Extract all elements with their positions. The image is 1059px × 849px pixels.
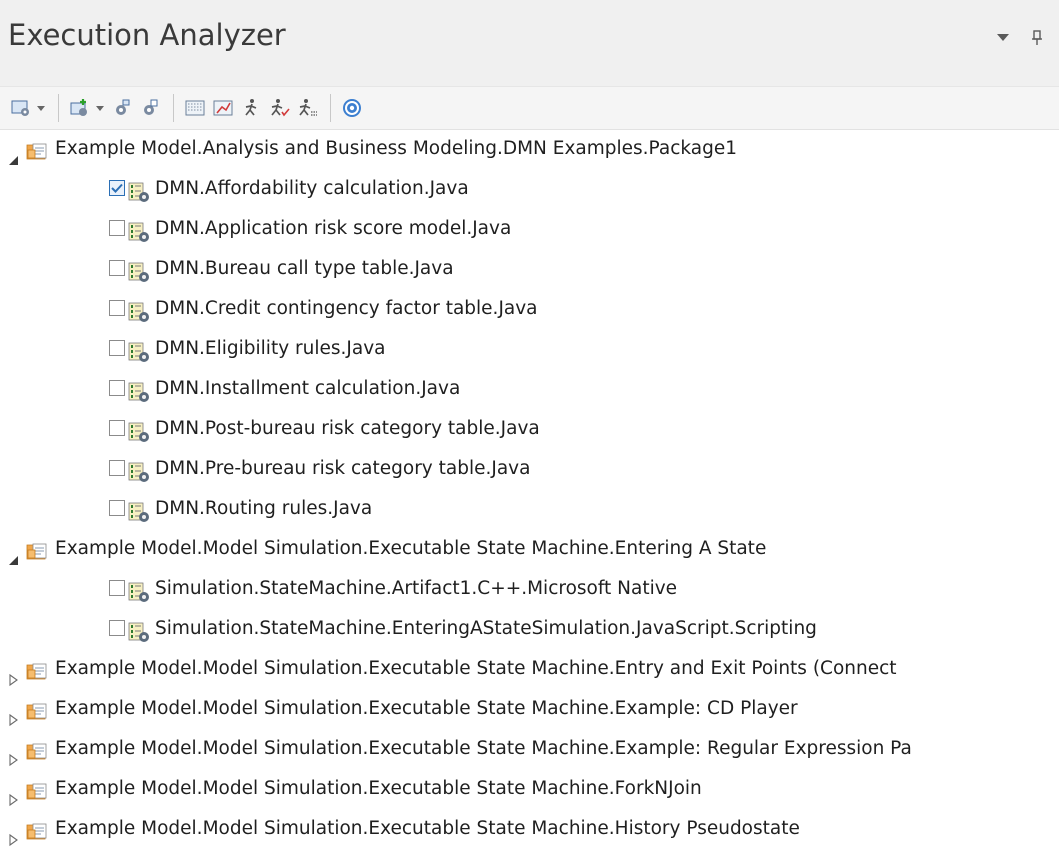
package-row[interactable]: Example Model.Model Simulation.Executabl… xyxy=(0,689,1059,729)
package-icon xyxy=(26,697,48,720)
dropdown-arrow-icon[interactable] xyxy=(95,95,105,121)
analyzer-tree: Example Model.Analysis and Business Mode… xyxy=(0,129,1059,849)
package-row[interactable]: Example Model.Model Simulation.Executabl… xyxy=(0,649,1059,689)
package-row[interactable]: Example Model.Model Simulation.Executabl… xyxy=(0,529,1059,569)
artifact-icon xyxy=(128,298,150,322)
script-label: DMN.Affordability calculation.Java xyxy=(155,178,469,199)
artifact-icon xyxy=(128,498,150,522)
package-icon xyxy=(26,817,48,840)
toolbar-separator xyxy=(58,94,59,122)
script-checkbox[interactable] xyxy=(109,620,125,636)
package-label: Example Model.Model Simulation.Executabl… xyxy=(55,658,897,679)
artifact-icon xyxy=(128,378,150,402)
script-row[interactable]: DMN.Installment calculation.Java xyxy=(0,369,1059,409)
script-checkbox[interactable] xyxy=(109,340,125,356)
package-icon xyxy=(26,657,48,680)
expand-arrow-icon[interactable] xyxy=(6,742,20,767)
package-row[interactable]: Example Model.Model Simulation.Executabl… xyxy=(0,769,1059,809)
panel-title: Execution Analyzer xyxy=(8,18,286,52)
package-row[interactable]: Example Model.Model Simulation.Executabl… xyxy=(0,729,1059,769)
script-label: Simulation.StateMachine.Artifact1.C++.Mi… xyxy=(155,578,678,599)
script-label: DMN.Eligibility rules.Java xyxy=(155,338,386,359)
package-label: Example Model.Model Simulation.Executabl… xyxy=(55,698,798,719)
script-row[interactable]: Simulation.StateMachine.EnteringAStateSi… xyxy=(0,609,1059,649)
script-label: DMN.Credit contingency factor table.Java xyxy=(155,298,538,319)
pin-icon[interactable] xyxy=(1029,30,1045,46)
collapse-arrow-icon[interactable] xyxy=(6,542,20,565)
script-row[interactable]: DMN.Pre-bureau risk category table.Java xyxy=(0,449,1059,489)
script-checkbox[interactable] xyxy=(109,380,125,396)
artifact-icon xyxy=(128,418,150,442)
package-row[interactable]: Example Model.Model Simulation.Executabl… xyxy=(0,809,1059,849)
script-row[interactable]: DMN.Affordability calculation.Java xyxy=(0,169,1059,209)
script-menu-icon[interactable] xyxy=(8,95,34,121)
run-icon[interactable] xyxy=(238,95,264,121)
script-row[interactable]: DMN.Application risk score model.Java xyxy=(0,209,1059,249)
paste-script-icon[interactable] xyxy=(137,95,163,121)
expand-arrow-icon[interactable] xyxy=(6,782,20,807)
script-label: DMN.Pre-bureau risk category table.Java xyxy=(155,458,531,479)
expand-arrow-icon[interactable] xyxy=(6,822,20,847)
artifact-icon xyxy=(128,218,150,242)
run-grid-icon[interactable] xyxy=(294,95,320,121)
script-row[interactable]: DMN.Post-bureau risk category table.Java xyxy=(0,409,1059,449)
expand-arrow-icon[interactable] xyxy=(6,702,20,727)
copy-script-icon[interactable] xyxy=(109,95,135,121)
script-label: Simulation.StateMachine.EnteringAStateSi… xyxy=(155,618,817,639)
package-icon xyxy=(26,737,48,760)
script-checkbox[interactable] xyxy=(109,260,125,276)
title-bar: Execution Analyzer xyxy=(0,0,1059,87)
script-label: DMN.Application risk score model.Java xyxy=(155,218,512,239)
toolbar-separator xyxy=(330,94,331,122)
chevron-down-icon[interactable] xyxy=(995,30,1011,46)
script-row[interactable]: DMN.Routing rules.Java xyxy=(0,489,1059,529)
script-row[interactable]: DMN.Credit contingency factor table.Java xyxy=(0,289,1059,329)
script-checkbox[interactable] xyxy=(109,500,125,516)
script-checkbox[interactable] xyxy=(109,580,125,596)
chart-icon[interactable] xyxy=(210,95,236,121)
package-label: Example Model.Model Simulation.Executabl… xyxy=(55,818,800,839)
toolbar-separator xyxy=(173,94,174,122)
artifact-icon xyxy=(128,258,150,282)
record-icon[interactable] xyxy=(182,95,208,121)
script-label: DMN.Installment calculation.Java xyxy=(155,378,461,399)
artifact-icon xyxy=(128,178,150,202)
package-label: Example Model.Model Simulation.Executabl… xyxy=(55,538,767,559)
execution-analyzer-panel: Execution Analyzer Example Model.Analysi… xyxy=(0,0,1059,849)
package-icon xyxy=(26,137,48,160)
add-script-icon[interactable] xyxy=(67,95,93,121)
script-row[interactable]: DMN.Bureau call type table.Java xyxy=(0,249,1059,289)
script-checkbox[interactable] xyxy=(109,460,125,476)
artifact-icon xyxy=(128,458,150,482)
artifact-icon xyxy=(128,578,150,602)
script-checkbox[interactable] xyxy=(109,420,125,436)
run-checked-icon[interactable] xyxy=(266,95,292,121)
help-icon[interactable] xyxy=(339,95,365,121)
package-label: Example Model.Model Simulation.Executabl… xyxy=(55,778,702,799)
dropdown-arrow-icon[interactable] xyxy=(36,95,46,121)
script-checkbox[interactable] xyxy=(109,220,125,236)
script-label: DMN.Post-bureau risk category table.Java xyxy=(155,418,540,439)
package-icon xyxy=(26,777,48,800)
package-icon xyxy=(26,537,48,560)
collapse-arrow-icon[interactable] xyxy=(6,142,20,165)
script-checkbox[interactable] xyxy=(109,300,125,316)
package-label: Example Model.Model Simulation.Executabl… xyxy=(55,738,912,759)
package-row[interactable]: Example Model.Analysis and Business Mode… xyxy=(0,129,1059,169)
script-row[interactable]: DMN.Eligibility rules.Java xyxy=(0,329,1059,369)
artifact-icon xyxy=(128,618,150,642)
script-label: DMN.Bureau call type table.Java xyxy=(155,258,454,279)
script-checkbox[interactable] xyxy=(109,180,125,196)
expand-arrow-icon[interactable] xyxy=(6,662,20,687)
artifact-icon xyxy=(128,338,150,362)
title-controls xyxy=(995,30,1045,46)
package-label: Example Model.Analysis and Business Mode… xyxy=(55,138,738,159)
script-label: DMN.Routing rules.Java xyxy=(155,498,373,519)
toolbar xyxy=(0,87,1059,130)
script-row[interactable]: Simulation.StateMachine.Artifact1.C++.Mi… xyxy=(0,569,1059,609)
